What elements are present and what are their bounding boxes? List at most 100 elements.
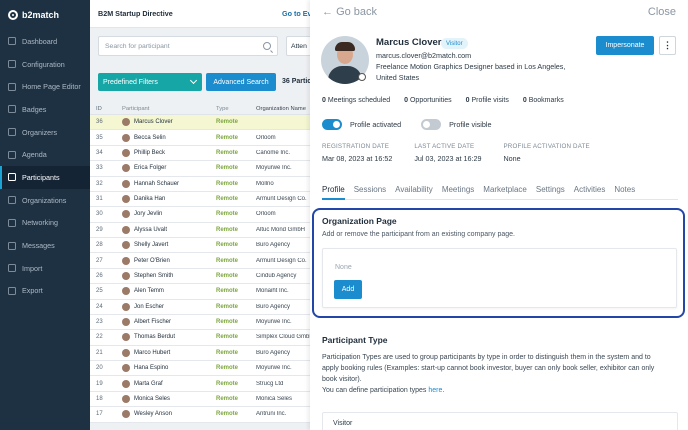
table-row[interactable]: 21 Marco Hubert Remote Buro Agency: [90, 345, 320, 361]
brand-name: b2match: [22, 10, 60, 20]
table-row[interactable]: 29 Alyssa Uvalt Remote Altuc Mond GmbH: [90, 222, 320, 238]
go-to-event-link[interactable]: Go to Ev: [282, 9, 312, 18]
table-row[interactable]: 22 Thomas Berdut Remote Simplex Cloud GmbH: [90, 330, 320, 346]
cell-type: Remote: [216, 180, 239, 187]
participant-type-description: Participation Types are used to group pa…: [322, 352, 667, 396]
sidebar-item-networking[interactable]: Networking: [0, 212, 90, 235]
sidebar-item-badges[interactable]: Badges: [0, 98, 90, 121]
sidebar-item-export[interactable]: Export: [0, 280, 90, 303]
profile-visible-toggle[interactable]: [421, 119, 442, 130]
sidebar-item-participants[interactable]: Participants: [0, 166, 90, 189]
participant-name: Marta Graf: [134, 380, 163, 387]
table-row[interactable]: 35 Becca Selin Remote Orloom: [90, 130, 320, 146]
table-row[interactable]: 17 Wesley Anson Remote Antruni Inc.: [90, 407, 320, 423]
sidebar-item-organizers[interactable]: Organizers: [0, 121, 90, 144]
add-organization-button[interactable]: Add: [334, 280, 362, 299]
cell-participant: Alen Temm: [118, 287, 210, 296]
participant-name: Albert Fischer: [134, 319, 172, 326]
participant-name: Peter O'Brien: [134, 257, 170, 264]
participant-name: Wesley Anson: [134, 411, 172, 418]
sidebar-item-configuration[interactable]: Configuration: [0, 53, 90, 76]
sidebar-item-label: Networking: [22, 218, 58, 228]
cell-participant: Phillip Beck: [118, 148, 210, 157]
organization-page-description: Add or remove the participant from an ex…: [322, 231, 515, 238]
table-row[interactable]: 18 Monica Seles Remote Monica Seles: [90, 391, 320, 408]
tab-marketplace[interactable]: Marketplace: [483, 184, 527, 200]
table-row[interactable]: 31 Danika Han Remote Armunt Design Co.: [90, 191, 320, 208]
avatar: [122, 133, 130, 142]
date-field: LAST ACTIVE DATE Jul 03, 2023 at 16:29: [414, 143, 481, 163]
column-type[interactable]: Type: [210, 106, 252, 112]
tab-activities[interactable]: Activities: [574, 184, 606, 200]
table-row[interactable]: 20 Hana Espino Remote Moyurwe Inc.: [90, 361, 320, 377]
table-row[interactable]: 28 Shelly Javert Remote Buro Agency: [90, 238, 320, 254]
more-options-button[interactable]: ⋮: [659, 36, 676, 55]
stat-label: Opportunities: [409, 97, 452, 104]
table-row[interactable]: 34 Phillip Beck Remote Canome Inc.: [90, 145, 320, 162]
tab-profile[interactable]: Profile: [322, 184, 345, 200]
cell-type: Remote: [216, 211, 239, 218]
sidebar-item-dashboard[interactable]: Dashboard: [0, 30, 90, 53]
table-row[interactable]: 23 Albert Fischer Remote Moyurwe Inc.: [90, 314, 320, 331]
tab-settings[interactable]: Settings: [536, 184, 565, 200]
cell-type: Remote: [216, 257, 239, 264]
sidebar-item-label: Messages: [22, 241, 55, 251]
participant-list-area: Search for participant Atten Predefined …: [90, 28, 320, 430]
stat-item: 0 Bookmarks: [523, 97, 564, 104]
sidebar-item-label: Home Page Editor: [22, 82, 81, 92]
tab-notes[interactable]: Notes: [614, 184, 635, 200]
brand-logo[interactable]: b2match: [0, 0, 90, 30]
date-label: LAST ACTIVE DATE: [414, 143, 475, 150]
organization-select[interactable]: None: [335, 264, 352, 271]
cell-id: 28: [96, 242, 103, 249]
sidebar-item-import[interactable]: Import: [0, 257, 90, 280]
search-icon[interactable]: [263, 42, 271, 50]
participant-type-select[interactable]: Visitor: [322, 412, 678, 430]
tab-sessions[interactable]: Sessions: [354, 184, 386, 200]
date-value: None: [503, 154, 521, 163]
avatar: [122, 271, 130, 280]
avatar: [122, 148, 130, 157]
table-row[interactable]: 27 Peter O'Brien Remote Armunt Design Co.: [90, 253, 320, 269]
sidebar-item-agenda[interactable]: Agenda: [0, 143, 90, 166]
table-row[interactable]: 33 Erica Folger Remote Moyurwe Inc.: [90, 161, 320, 177]
define-types-link[interactable]: here: [428, 387, 442, 394]
predefined-filters-dropdown[interactable]: Predefined Filters: [98, 73, 202, 91]
go-back-label: Go back: [336, 6, 378, 18]
stat-item: 0 Profile visits: [466, 97, 509, 104]
participant-type-text: Participation Types are used to group pa…: [322, 354, 655, 383]
table-row[interactable]: 36 Marcus Clover Remote: [90, 115, 320, 131]
table-row[interactable]: 24 Jon Escher Remote Buro Agency: [90, 299, 320, 315]
avatar: [122, 195, 130, 204]
table-row[interactable]: 32 Hannah Schauer Remote Mollno: [90, 176, 320, 192]
table-row[interactable]: 26 Stephen Smith Remote Cindub Agency: [90, 268, 320, 285]
table-row[interactable]: 25 Alen Temm Remote Monaiht Inc.: [90, 284, 320, 300]
sidebar-item-organizations[interactable]: Organizations: [0, 189, 90, 212]
tab-availability[interactable]: Availability: [395, 184, 433, 200]
sidebar-item-label: Organizers: [22, 127, 58, 137]
impersonate-button[interactable]: Impersonate: [596, 36, 654, 55]
cell-id: 21: [96, 349, 103, 356]
tab-meetings[interactable]: Meetings: [442, 184, 474, 200]
gear-icon: [8, 60, 16, 69]
sidebar-item-home-page-editor[interactable]: Home Page Editor: [0, 75, 90, 98]
close-button[interactable]: Close: [648, 6, 676, 18]
column-id[interactable]: ID: [90, 106, 118, 112]
cell-type: Remote: [216, 149, 239, 156]
table-row[interactable]: 30 Jory Jevlin Remote Orloom: [90, 207, 320, 223]
date-field: REGISTRATION DATE Mar 08, 2023 at 16:52: [322, 143, 392, 163]
cell-type: Remote: [216, 272, 239, 279]
profile-activated-toggle[interactable]: [322, 119, 342, 130]
cell-type: Remote: [216, 165, 239, 172]
b2match-logo-icon: [8, 10, 18, 20]
search-input[interactable]: Search for participant: [98, 36, 278, 56]
avatar: [122, 410, 130, 419]
stat-number: 0: [322, 97, 326, 104]
participant-name: Danika Han: [134, 196, 166, 203]
column-participant[interactable]: Participant: [118, 106, 210, 112]
sidebar-item-label: Dashboard: [22, 36, 58, 46]
go-back-button[interactable]: ← Go back: [322, 6, 377, 18]
table-row[interactable]: 19 Marta Graf Remote Strucg Ltd: [90, 376, 320, 392]
advanced-search-button[interactable]: Advanced Search: [206, 73, 276, 91]
sidebar-item-messages[interactable]: Messages: [0, 234, 90, 257]
